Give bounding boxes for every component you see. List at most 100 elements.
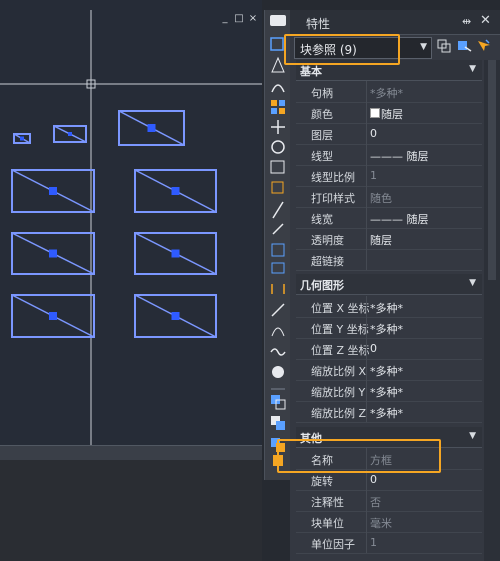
section-title: 几何图形 xyxy=(300,279,344,292)
drawing-canvas[interactable]: _ □ × xyxy=(0,0,262,445)
select-objects-icon[interactable] xyxy=(456,38,472,54)
stretch-icon xyxy=(271,181,284,194)
grip-point xyxy=(171,249,180,258)
close-viewport-icon[interactable]: × xyxy=(246,13,260,24)
property-label: 缩放比例 Z xyxy=(311,407,367,420)
property-label: 透明度 xyxy=(311,234,344,247)
restore-icon[interactable]: □ xyxy=(232,13,246,24)
property-label: 线型比例 xyxy=(311,171,355,184)
property-value[interactable]: 0 xyxy=(370,342,377,355)
viewport-controls[interactable]: _ □ × xyxy=(218,13,262,25)
toggle-pickadd-icon[interactable] xyxy=(436,38,452,54)
property-row[interactable]: 缩放比例 X *多种* xyxy=(296,359,482,381)
property-row[interactable]: 块单位 毫米 xyxy=(296,511,482,533)
property-value[interactable]: 1 xyxy=(370,169,377,182)
property-label: 缩放比例 X xyxy=(311,365,367,378)
property-value[interactable]: 毫米 xyxy=(370,515,392,531)
property-value[interactable]: *多种* xyxy=(370,405,403,421)
toolbar-separator xyxy=(271,388,285,390)
property-row[interactable]: 句柄 *多种* xyxy=(296,81,482,103)
property-row[interactable]: 缩放比例 Z *多种* xyxy=(296,401,482,423)
property-label: 图层 xyxy=(311,129,333,142)
property-label: 线宽 xyxy=(311,213,333,226)
property-value[interactable]: ——— 随层 xyxy=(370,148,429,164)
property-label: 打印样式 xyxy=(311,192,355,205)
grip-point xyxy=(49,187,57,195)
property-label: 块单位 xyxy=(311,517,344,530)
property-value[interactable]: 0 xyxy=(370,127,377,140)
pin-icon[interactable]: ⇹ xyxy=(462,15,471,28)
property-value[interactable]: 随色 xyxy=(370,190,392,206)
properties-titlebar: 特性 ⇹ ✕ xyxy=(290,10,500,35)
property-label: 颜色 xyxy=(311,108,333,121)
copy-icon xyxy=(270,37,284,51)
property-label: 句柄 xyxy=(311,87,333,100)
chevron-down-icon[interactable]: ▼ xyxy=(420,42,427,52)
quick-select-icon[interactable] xyxy=(475,38,491,54)
property-value[interactable]: 0 xyxy=(370,473,377,486)
collapse-chevron-icon[interactable]: ▼ xyxy=(469,431,476,441)
property-value[interactable]: *多种* xyxy=(370,300,403,316)
modify-toolbar xyxy=(264,10,291,480)
property-row[interactable]: 缩放比例 Y *多种* xyxy=(296,380,482,402)
collapse-chevron-icon[interactable]: ▼ xyxy=(469,278,476,288)
property-value[interactable]: *多种* xyxy=(370,363,403,379)
break-icon xyxy=(271,243,285,257)
property-value[interactable]: ——— 随层 xyxy=(370,211,429,227)
drawing-svg[interactable] xyxy=(0,0,262,445)
chamfer-icon xyxy=(271,284,285,294)
highlight-selector xyxy=(284,34,400,65)
close-icon[interactable]: ✕ xyxy=(480,13,491,28)
move-icon xyxy=(271,120,285,134)
minimize-icon[interactable]: _ xyxy=(218,13,232,24)
property-row[interactable]: 线型 ——— 随层 xyxy=(296,144,482,166)
property-row[interactable]: 位置 Y 坐标 *多种* xyxy=(296,317,482,339)
property-row[interactable]: 颜色 随层 xyxy=(296,102,482,124)
grip-point xyxy=(49,249,57,258)
property-row[interactable]: 超链接 xyxy=(296,249,482,271)
property-label: 注释性 xyxy=(311,496,344,509)
property-row[interactable]: 线型比例 1 xyxy=(296,165,482,187)
grip-point xyxy=(147,124,156,132)
grip-point xyxy=(171,187,180,195)
fillet-icon xyxy=(271,303,285,317)
property-row[interactable]: 位置 Z 坐标 0 xyxy=(296,338,482,360)
property-value[interactable]: 1 xyxy=(370,536,377,549)
property-label: 缩放比例 Y xyxy=(311,386,366,399)
color-swatch-icon xyxy=(370,108,380,118)
property-row[interactable]: 单位因子 1 xyxy=(296,532,482,554)
collapse-chevron-icon[interactable]: ▼ xyxy=(469,64,476,74)
explode-icon xyxy=(272,366,284,378)
grip-point xyxy=(20,136,24,141)
property-value[interactable]: 否 xyxy=(370,494,381,510)
section-geometry[interactable]: 几何图形 ▼ xyxy=(296,274,482,295)
blend-icon xyxy=(271,327,285,337)
spline-edit-icon xyxy=(270,348,286,356)
property-row[interactable]: 线宽 ——— 随层 xyxy=(296,207,482,229)
toolbar-icons xyxy=(270,15,286,466)
property-value[interactable]: 随层 xyxy=(370,232,392,248)
property-value[interactable]: *多种* xyxy=(370,85,403,101)
property-row[interactable]: 位置 X 坐标 *多种* xyxy=(296,296,482,318)
array-icon xyxy=(271,100,277,106)
property-value[interactable]: *多种* xyxy=(370,384,403,400)
property-row[interactable]: 图层 0 xyxy=(296,123,482,145)
scrollbar-thumb[interactable] xyxy=(488,60,496,280)
property-row[interactable]: 打印样式 随色 xyxy=(296,186,482,208)
rotate-icon xyxy=(271,140,285,154)
grip-point xyxy=(171,312,180,320)
erase-icon xyxy=(270,15,286,26)
property-label: 位置 Y 坐标 xyxy=(311,323,369,336)
property-label: 线型 xyxy=(311,150,333,163)
property-row[interactable]: 透明度 随层 xyxy=(296,228,482,250)
property-value[interactable]: 随层 xyxy=(381,106,403,122)
property-label: 旋转 xyxy=(311,475,333,488)
layout-tabs-strip xyxy=(0,445,262,460)
trim-icon xyxy=(272,201,284,219)
section-title: 基本 xyxy=(300,65,322,78)
property-label: 超链接 xyxy=(311,255,344,268)
property-label: 单位因子 xyxy=(311,538,355,551)
offset-icon xyxy=(271,84,285,93)
property-value[interactable]: *多种* xyxy=(370,321,403,337)
property-row[interactable]: 注释性 否 xyxy=(296,490,482,512)
